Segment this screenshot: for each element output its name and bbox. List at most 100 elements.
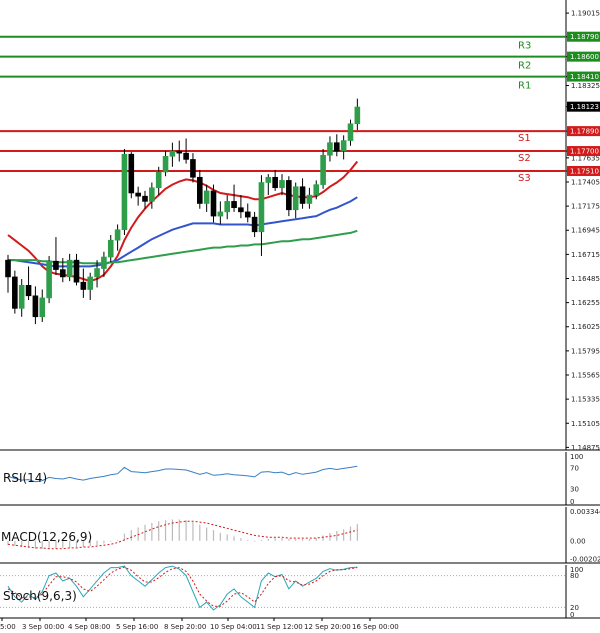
time-tick-label: 16 Sep 00:00: [352, 623, 399, 631]
candle-body: [169, 150, 176, 157]
candle-body: [5, 259, 11, 278]
candle-body: [286, 180, 292, 211]
rsi-tick-label: 100: [570, 453, 583, 461]
candle-body: [80, 281, 87, 290]
candle-body: [327, 142, 333, 156]
price-tick-label: 1.16485: [571, 275, 600, 283]
price-panel-bg: [0, 0, 600, 450]
candle-body: [203, 190, 210, 204]
price-tick-label: 1.14875: [571, 444, 600, 452]
candle-body: [149, 187, 155, 202]
rsi-panel: 100 70 30 0 RSI(14): [0, 452, 600, 506]
macd-label: MACD(12,26,9): [1, 530, 92, 544]
time-axis: 5:00 3 Sep 00:00 4 Sep 08:00 5 Sep 16:00 8 S…: [0, 618, 399, 631]
candle-body: [347, 123, 354, 141]
level-price-tag: 1.17510: [570, 167, 599, 175]
candle-body: [197, 176, 203, 204]
candle-body: [18, 285, 25, 309]
time-tick-label: 8 Sep 20:00: [164, 623, 206, 631]
price-tick-label: 1.15105: [571, 420, 600, 428]
candle-body: [333, 142, 340, 152]
price-panel: 1.19015 1.18790 1.18600 1.184101.18325 1.181…: [0, 0, 600, 452]
level-price-tag: 1.18410: [570, 73, 599, 81]
candle-body: [292, 186, 299, 211]
level-label-r3: R3: [518, 41, 531, 52]
time-tick-label: 11 Sep 12:00: [256, 623, 303, 631]
candle-body: [258, 182, 265, 233]
forex-chart: 1.19015 1.18790 1.18600 1.184101.18325 1.181…: [0, 0, 600, 631]
candle-body: [272, 176, 278, 189]
price-tick-label: 1.16715: [571, 251, 600, 259]
time-tick-label: 3 Sep 00:00: [22, 623, 64, 631]
level-label-s3: S3: [518, 173, 531, 184]
candle-body: [231, 201, 237, 208]
candle-body: [155, 171, 162, 189]
candle-body: [238, 207, 244, 213]
candle-body: [66, 259, 73, 278]
level-price-tag: 1.17890: [570, 128, 599, 136]
candle-body: [244, 211, 251, 218]
candle-body: [135, 192, 141, 197]
level-price-tag: 1.18600: [570, 53, 599, 61]
level-price-tag: 1.17700: [570, 148, 599, 156]
level-label-s2: S2: [518, 153, 531, 164]
macd-tick-label: 0.003344: [570, 508, 600, 516]
price-tick-label: 1.15335: [571, 396, 600, 404]
price-tick-label: 1.18325: [571, 82, 600, 90]
candle-body: [121, 153, 128, 231]
rsi-tick-label: 70: [570, 464, 579, 472]
candle-body: [107, 239, 114, 258]
stoch-panel: 10080200Stoch(9,6,3): [0, 565, 600, 619]
candle-body: [94, 268, 100, 278]
stoch-label: Stoch(9,6,3): [3, 589, 77, 603]
candle-body: [279, 180, 285, 189]
candle-body: [101, 256, 107, 269]
level-label-r2: R2: [518, 61, 531, 72]
candle-body: [114, 229, 121, 241]
rsi-label: RSI(14): [3, 471, 47, 485]
time-tick-label: 10 Sep 04:00: [210, 623, 257, 631]
macd-tick-label: 0.00: [570, 537, 586, 545]
rsi-tick-label: 30: [570, 486, 579, 494]
price-tick-label: 1.16945: [571, 227, 600, 235]
level-label-r1: R1: [518, 81, 531, 92]
candle-body: [46, 260, 52, 299]
candle-body: [299, 186, 306, 204]
time-tick-label: 4 Sep 08:00: [68, 623, 110, 631]
candle-body: [190, 159, 196, 178]
candle-body: [73, 259, 80, 283]
candle-body: [39, 297, 46, 318]
candle-body: [142, 195, 148, 202]
macd-panel: 0.003344 0.00 -0.002027 MACD(12,26,9): [0, 507, 600, 564]
time-tick-label: 5 Sep 16:00: [116, 623, 158, 631]
candle-body: [87, 276, 93, 290]
time-tick-label: 12 Sep 20:00: [304, 623, 351, 631]
candle-body: [251, 216, 258, 233]
macd-tick-label: -0.002027: [570, 555, 600, 563]
candle-body: [217, 211, 224, 217]
candle-body: [320, 154, 326, 185]
candle-body: [59, 269, 66, 278]
level-label-s1: S1: [518, 133, 531, 144]
candle-body: [210, 190, 217, 217]
rsi-tick-label: 0: [570, 498, 574, 506]
candle-body: [340, 140, 347, 152]
candle-body: [306, 194, 313, 204]
candle-body: [265, 176, 272, 183]
current-price-tag: 1.18123: [570, 103, 599, 111]
level-price-tag: 1.18790: [570, 33, 599, 41]
candle-body: [32, 295, 39, 318]
candle-body: [183, 152, 189, 160]
stoch-tick-label: 80: [570, 572, 579, 580]
candle-body: [313, 184, 320, 196]
price-tick-label: 1.17175: [571, 203, 600, 211]
price-tick-label: 1.16025: [571, 323, 600, 331]
price-tick-label: 1.15795: [571, 347, 600, 355]
time-tick-label: 5:00: [0, 623, 16, 631]
price-tick-label: 1.15565: [571, 372, 600, 380]
candle-body: [162, 155, 169, 173]
price-tick-label: 1.17405: [571, 178, 600, 186]
candle-body: [12, 276, 18, 309]
candle-body: [53, 260, 59, 270]
candle-body: [224, 201, 230, 213]
